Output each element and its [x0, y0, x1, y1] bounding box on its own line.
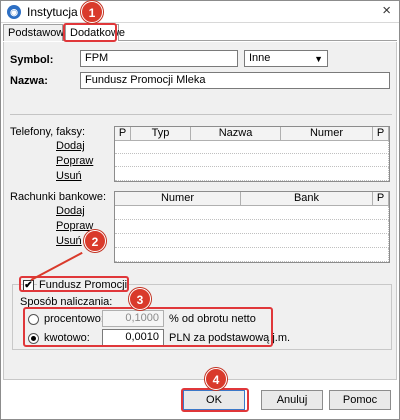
phones-edit-link[interactable]: Popraw — [56, 155, 93, 167]
fund-checkbox[interactable]: ✔ — [23, 280, 34, 291]
phones-col-p1[interactable]: P — [115, 127, 131, 141]
phones-col-type[interactable]: Typ — [131, 127, 191, 141]
type-select-value: Inne — [249, 52, 271, 64]
percent-suffix: % od obrotu netto — [169, 313, 256, 325]
radio-percent-label: procentowo: — [44, 313, 104, 325]
fund-checkbox-label: Fundusz Promocji — [37, 279, 130, 291]
window-title: Instytucja — [27, 5, 78, 19]
accounts-col-bank[interactable]: Bank — [241, 192, 373, 206]
phones-delete-link[interactable]: Usuń — [56, 170, 82, 182]
annotation-badge-4: 4 — [205, 368, 227, 390]
accounts-col-number[interactable]: Numer — [115, 192, 241, 206]
type-select[interactable]: Inne ▼ — [244, 50, 328, 67]
accounts-col-p[interactable]: P — [373, 192, 389, 206]
radio-amount[interactable] — [28, 333, 39, 344]
help-button[interactable]: Pomoc — [329, 390, 391, 410]
accounts-delete-link[interactable]: Usuń — [56, 235, 82, 247]
table-row[interactable] — [115, 154, 389, 167]
radio-amount-label: kwotowo: — [44, 332, 90, 344]
annotation-badge-1: 1 — [81, 1, 103, 23]
table-row[interactable] — [115, 248, 389, 262]
title-bar: ◉ Instytucja × — [1, 1, 399, 23]
symbol-input[interactable]: FPM — [80, 50, 238, 67]
phones-col-name[interactable]: Nazwa — [191, 127, 281, 141]
accounts-add-link[interactable]: Dodaj — [56, 205, 85, 217]
separator — [10, 114, 392, 115]
app-icon: ◉ — [7, 5, 21, 19]
dialog-window: ◉ Instytucja × Podstawowe Dodatkowe Symb… — [0, 0, 400, 420]
amount-input[interactable]: 0,0010 — [102, 329, 164, 346]
percent-input[interactable]: 0,1000 — [102, 310, 164, 327]
close-icon[interactable]: × — [382, 3, 391, 19]
tab-podstawowe[interactable]: Podstawowe — [3, 24, 70, 41]
table-row[interactable] — [115, 206, 389, 220]
radio-percent[interactable] — [28, 314, 39, 325]
phones-table[interactable]: P Typ Nazwa Numer P — [114, 126, 390, 182]
amount-suffix: PLN za podstawową j.m. — [169, 332, 291, 344]
annotation-badge-3: 3 — [129, 288, 151, 310]
method-label: Sposób naliczania: — [20, 296, 113, 308]
tab-strip: Podstawowe Dodatkowe — [3, 24, 397, 41]
table-row[interactable] — [115, 141, 389, 154]
phones-col-number[interactable]: Numer — [281, 127, 373, 141]
ok-button[interactable]: OK — [183, 390, 245, 410]
accounts-edit-link[interactable]: Popraw — [56, 220, 93, 232]
phones-label: Telefony, faksy: — [10, 126, 85, 138]
symbol-label: Symbol: — [10, 54, 54, 66]
tab-content: Symbol: FPM Inne ▼ Nazwa: Fundusz Promoc… — [3, 42, 397, 380]
name-label: Nazwa: — [10, 75, 48, 87]
tab-dodatkowe[interactable]: Dodatkowe — [65, 24, 125, 41]
phones-add-link[interactable]: Dodaj — [56, 140, 85, 152]
table-row[interactable] — [115, 167, 389, 181]
cancel-button[interactable]: Anuluj — [261, 390, 323, 410]
accounts-table[interactable]: Numer Bank P — [114, 191, 390, 263]
name-input[interactable]: Fundusz Promocji Mleka — [80, 72, 390, 89]
chevron-down-icon: ▼ — [314, 54, 323, 64]
table-row[interactable] — [115, 234, 389, 248]
phones-col-p2[interactable]: P — [373, 127, 389, 141]
table-row[interactable] — [115, 220, 389, 234]
accounts-label: Rachunki bankowe: — [10, 191, 107, 203]
annotation-badge-2: 2 — [84, 230, 106, 252]
